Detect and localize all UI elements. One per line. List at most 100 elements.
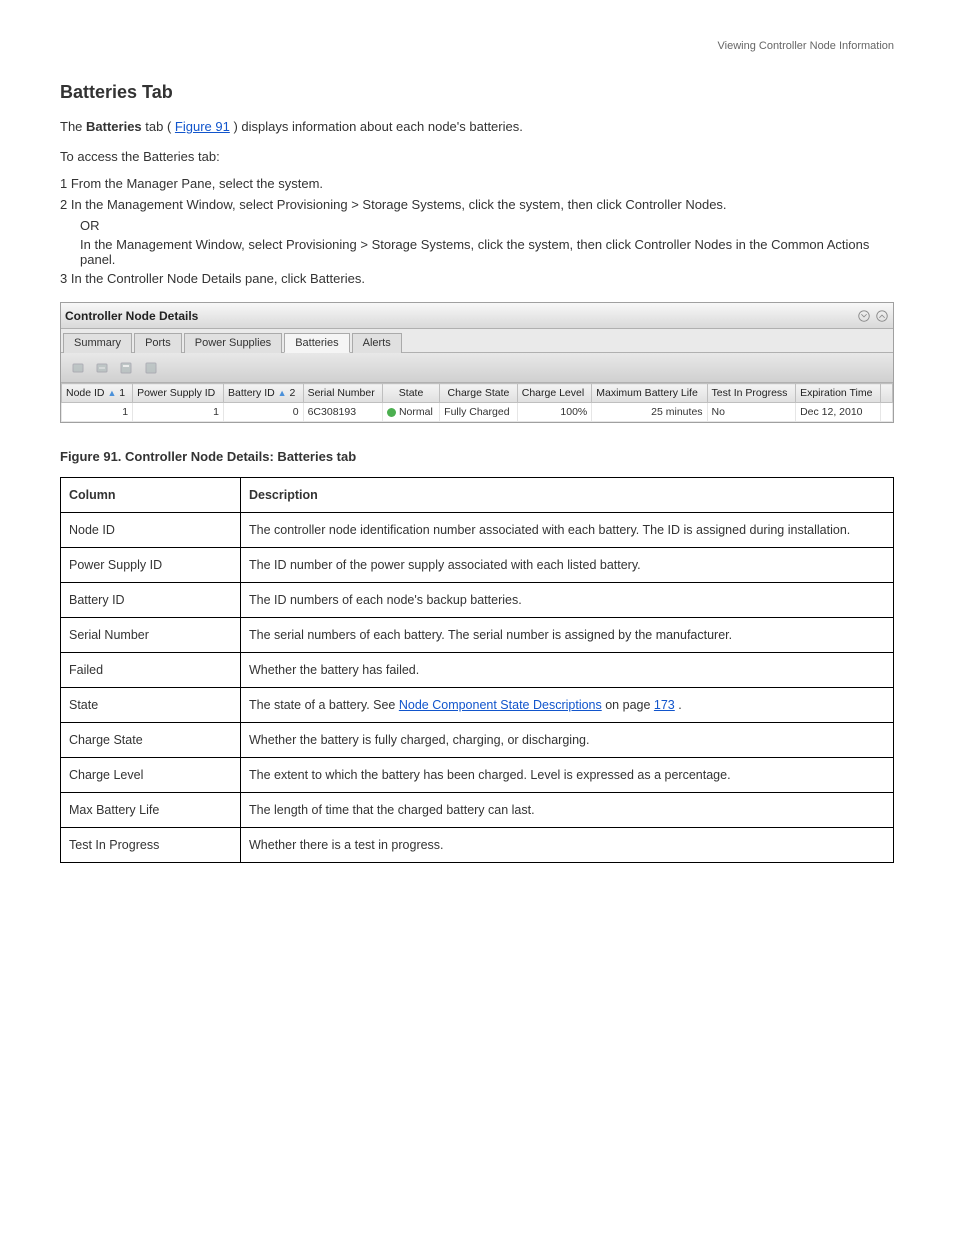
desc-row: Max Battery Life The length of time that… [61, 792, 894, 827]
desc-row: Test In Progress Whether there is a test… [61, 827, 894, 862]
col-battery-id[interactable]: Battery ID ▲ 2 [224, 384, 304, 403]
panel-title-row: Controller Node Details [61, 303, 893, 329]
intro-paragraph: The Batteries tab ( Figure 91 ) displays… [60, 117, 894, 137]
desc-col: Max Battery Life [61, 792, 241, 827]
page-link[interactable]: 173 [654, 698, 675, 712]
desc-row: Charge Level The extent to which the bat… [61, 757, 894, 792]
step-3: 3 In the Controller Node Details pane, c… [60, 271, 894, 286]
figure-link[interactable]: Figure 91 [175, 119, 230, 134]
tab-power-supplies[interactable]: Power Supplies [184, 333, 282, 353]
desc-col: Charge Level [61, 757, 241, 792]
step-2b: In the Management Window, select Provisi… [80, 237, 894, 267]
tab-batteries[interactable]: Batteries [284, 333, 349, 353]
toolbar-icon-2[interactable] [93, 358, 113, 378]
cell-node-id: 1 [62, 403, 133, 422]
cell-max-life: 25 minutes [592, 403, 707, 422]
col-expiration-time[interactable]: Expiration Time [796, 384, 881, 403]
page-header: Viewing Controller Node Information [60, 40, 894, 52]
cell-state: Normal [382, 403, 439, 422]
toolbar-icon-3[interactable] [117, 358, 137, 378]
intro-text3: ) displays information about each node's… [233, 119, 522, 134]
cell-charge-state: Fully Charged [440, 403, 518, 422]
collapse-icon[interactable] [857, 309, 871, 323]
desc-text: . [678, 698, 681, 712]
expand-icon[interactable] [875, 309, 889, 323]
sort-indicator-icon: ▲ [107, 388, 116, 398]
col-label: Battery ID [228, 387, 275, 399]
section-title: Batteries Tab [60, 82, 894, 103]
step-1: 1 From the Manager Pane, select the syst… [60, 176, 894, 191]
desc-col: Power Supply ID [61, 547, 241, 582]
desc-col: Charge State [61, 722, 241, 757]
desc-val: The serial numbers of each battery. The … [241, 617, 894, 652]
cell-spacer [881, 403, 893, 422]
step-or: OR [80, 218, 894, 233]
desc-row: State The state of a battery. See Node C… [61, 687, 894, 722]
desc-text: on [605, 698, 622, 712]
sort-indicator-icon: ▲ [278, 388, 287, 398]
desc-val: The ID number of the power supply associ… [241, 547, 894, 582]
columns-description-table: Column Description Node ID The controlle… [60, 477, 894, 863]
desc-row: Power Supply ID The ID number of the pow… [61, 547, 894, 582]
cell-test-in-progress: No [707, 403, 796, 422]
panel-title: Controller Node Details [65, 309, 853, 323]
toolbar-icon-1[interactable] [69, 358, 89, 378]
desc-val: Whether the battery has failed. [241, 652, 894, 687]
tabs-row: Summary Ports Power Supplies Batteries A… [61, 329, 893, 353]
intro-text2: tab ( [145, 119, 171, 134]
desc-col: Failed [61, 652, 241, 687]
state-descriptions-link[interactable]: Node Component State Descriptions [399, 698, 602, 712]
figure-caption: Figure 91. Controller Node Details: Batt… [60, 447, 894, 467]
cell-power-supply-id: 1 [133, 403, 224, 422]
status-dot-icon [387, 408, 396, 417]
desc-col: Serial Number [61, 617, 241, 652]
tab-alerts[interactable]: Alerts [352, 333, 402, 353]
cell-charge-level: 100% [517, 403, 592, 422]
desc-val: The extent to which the battery has been… [241, 757, 894, 792]
desc-row: Node ID The controller node identificati… [61, 512, 894, 547]
col-charge-level[interactable]: Charge Level [517, 384, 592, 403]
cell-serial: 6C308193 [303, 403, 382, 422]
batteries-grid: Node ID ▲ 1 Power Supply ID Battery ID ▲… [61, 383, 893, 422]
desc-text: page [623, 698, 654, 712]
desc-row: Battery ID The ID numbers of each node's… [61, 582, 894, 617]
col-max-battery-life[interactable]: Maximum Battery Life [592, 384, 707, 403]
state-text: Normal [399, 406, 433, 418]
desc-text: The state of a battery. See [249, 698, 399, 712]
col-state[interactable]: State [382, 384, 439, 403]
desc-val: Whether the battery is fully charged, ch… [241, 722, 894, 757]
desc-header-description: Description [241, 477, 894, 512]
desc-val: Whether there is a test in progress. [241, 827, 894, 862]
col-serial-number[interactable]: Serial Number [303, 384, 382, 403]
tab-ports[interactable]: Ports [134, 333, 182, 353]
desc-header-column: Column [61, 477, 241, 512]
desc-col: State [61, 687, 241, 722]
sort-priority: 2 [289, 387, 295, 399]
intro-bold: Batteries [86, 119, 142, 134]
desc-val: The length of time that the charged batt… [241, 792, 894, 827]
desc-col: Test In Progress [61, 827, 241, 862]
col-label: Node ID [66, 387, 105, 399]
step-2a: 2 In the Management Window, select Provi… [60, 197, 894, 212]
desc-val: The ID numbers of each node's backup bat… [241, 582, 894, 617]
col-charge-state[interactable]: Charge State [440, 384, 518, 403]
intro-para2: To access the Batteries tab: [60, 147, 894, 167]
table-row[interactable]: 1 1 0 6C308193 Normal Fully Charged 100%… [62, 403, 893, 422]
toolbar-icon-4[interactable] [141, 358, 161, 378]
controller-node-details-panel: Controller Node Details Summary Ports Po… [60, 302, 894, 423]
sort-priority: 1 [119, 387, 125, 399]
col-spacer [881, 384, 893, 403]
desc-val: The controller node identification numbe… [241, 512, 894, 547]
desc-col: Node ID [61, 512, 241, 547]
intro-text: The [60, 119, 86, 134]
col-node-id[interactable]: Node ID ▲ 1 [62, 384, 133, 403]
toolbar [61, 353, 893, 383]
col-test-in-progress[interactable]: Test In Progress [707, 384, 796, 403]
tab-summary[interactable]: Summary [63, 333, 132, 353]
desc-row: Charge State Whether the battery is full… [61, 722, 894, 757]
cell-expiration: Dec 12, 2010 [796, 403, 881, 422]
col-power-supply-id[interactable]: Power Supply ID [133, 384, 224, 403]
desc-val: The state of a battery. See Node Compone… [241, 687, 894, 722]
desc-row: Failed Whether the battery has failed. [61, 652, 894, 687]
desc-row: Serial Number The serial numbers of each… [61, 617, 894, 652]
